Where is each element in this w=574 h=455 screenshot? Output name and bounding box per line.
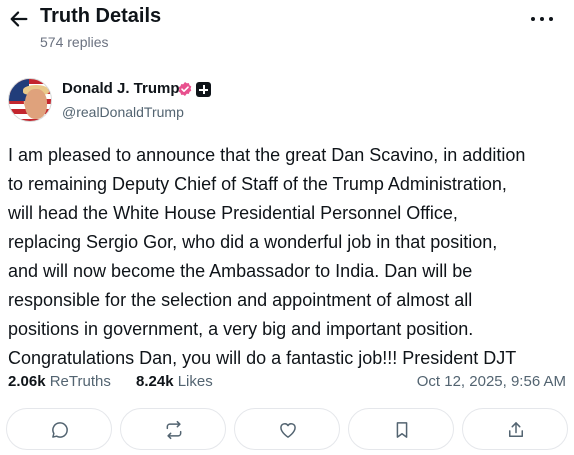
author-row: Donald J. Trump @realDonaldTrump	[0, 72, 574, 132]
post-stats: 2.06k ReTruths 8.24k Likes Oct 12, 2025,…	[8, 373, 566, 393]
likes-label: Likes	[177, 373, 213, 390]
page-header: Truth Details 574 replies	[0, 0, 574, 62]
plus-badge-icon	[196, 82, 211, 97]
retruths-stat[interactable]: 2.06k ReTruths	[8, 373, 111, 390]
retruth-button[interactable]	[120, 408, 226, 450]
post-text-line: positions in government, a very big and …	[8, 319, 474, 339]
avatar[interactable]	[8, 78, 52, 122]
likes-stat[interactable]: 8.24k Likes	[136, 373, 213, 390]
bookmark-button[interactable]	[348, 408, 454, 450]
likes-count: 8.24k	[136, 373, 174, 390]
page-title: Truth Details	[40, 5, 162, 27]
replies-count: 574 replies	[40, 34, 109, 50]
comment-icon	[52, 422, 68, 438]
post-text-line: responsible for the selection and appoin…	[8, 290, 473, 310]
post-text-line: I am pleased to announce that the great …	[8, 145, 526, 165]
share-icon	[509, 422, 523, 437]
retruths-label: ReTruths	[49, 373, 111, 390]
heart-icon	[280, 423, 296, 438]
bookmark-icon	[396, 422, 408, 438]
post-text-line: and will now become the Ambassador to In…	[8, 261, 473, 281]
post-body: I am pleased to announce that the great …	[8, 141, 570, 373]
like-button[interactable]	[234, 408, 340, 450]
post-text-line: will head the White House Presidential P…	[8, 203, 458, 223]
post-text-line: Congratulations Dan, you will do a fanta…	[8, 348, 517, 368]
more-horizontal-icon[interactable]	[530, 12, 554, 26]
post-text-line: to remaining Deputy Chief of Staff of th…	[8, 174, 507, 194]
share-button[interactable]	[462, 408, 568, 450]
repost-icon	[166, 420, 182, 440]
author-display-name[interactable]: Donald J. Trump	[62, 80, 180, 97]
retruths-count: 2.06k	[8, 373, 46, 390]
post-text-line: replacing Sergio Gor, who did a wonderfu…	[8, 232, 498, 252]
action-bar	[6, 408, 568, 452]
verified-badge-icon	[178, 82, 192, 96]
arrow-left-icon[interactable]	[8, 8, 30, 30]
post-timestamp: Oct 12, 2025, 9:56 AM	[416, 373, 566, 390]
author-handle[interactable]: @realDonaldTrump	[62, 104, 184, 120]
reply-button[interactable]	[6, 408, 112, 450]
